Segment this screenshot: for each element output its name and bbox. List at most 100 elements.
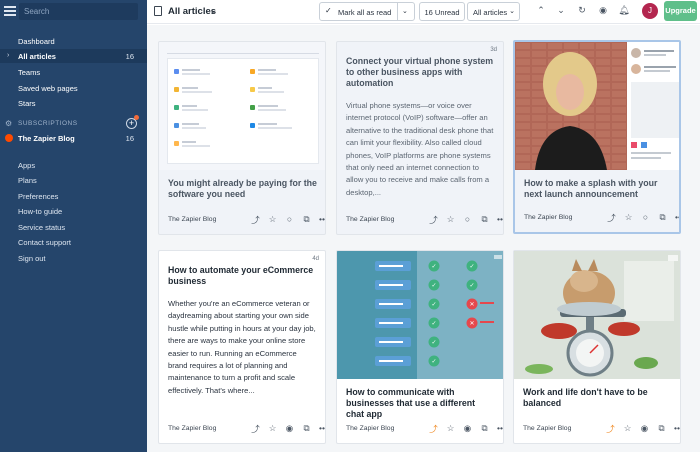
article-card[interactable]: 3d Connect your virtual phone system to …	[336, 41, 504, 235]
more-icon[interactable]: •••	[674, 212, 679, 222]
article-card[interactable]: How to make a splash with your next laun…	[513, 40, 681, 234]
open-external-icon[interactable]: ⧉	[657, 212, 668, 223]
open-external-icon[interactable]: ⧉	[656, 423, 667, 434]
sidebar-item-teams[interactable]: Teams	[18, 68, 40, 77]
sidebar-item-all-articles[interactable]: All articles	[18, 52, 56, 61]
hamburger-menu-icon[interactable]	[3, 4, 17, 18]
mark-options-chevron-icon[interactable]: ⌄	[402, 7, 408, 15]
bell-icon[interactable]: 🔔︎	[618, 5, 630, 16]
more-icon[interactable]: •••	[318, 214, 325, 224]
star-icon[interactable]: ☆	[267, 423, 278, 434]
more-icon[interactable]: •••	[318, 423, 325, 433]
zapier-feed-icon	[5, 134, 13, 142]
mark-all-read-button[interactable]: ✓ Mark all as read ⌄	[319, 2, 415, 21]
unread-count-button[interactable]: 16 Unread	[419, 2, 465, 21]
article-card[interactable]: You might already be paying for the soft…	[158, 41, 326, 235]
search-input[interactable]: Search	[19, 3, 138, 20]
sidebar-item-saved-web-pages[interactable]: Saved web pages	[18, 84, 78, 93]
trend-icon[interactable]: ⤴	[250, 423, 261, 435]
sidebar-link-sign-out[interactable]: Sign out	[18, 254, 46, 263]
mark-read-icon[interactable]: ○	[640, 212, 651, 222]
article-footer: The Zapier Blog ⤴ ☆ ○ ⧉ •••	[524, 212, 679, 224]
article-title[interactable]: How to make a splash with your next laun…	[524, 178, 671, 200]
article-thumbnail: ✓ ✓ ✓ ✓ ✓ ✓ ✓ ✓ ✕ ✕	[337, 251, 503, 379]
article-footer: The Zapier Blog ⤴ ☆ ◉ ⧉ •••	[346, 423, 503, 435]
article-title[interactable]: How to communicate with businesses that …	[346, 387, 495, 420]
article-card[interactable]: 4d How to automate your eCommerce busine…	[158, 250, 326, 444]
svg-text:✓: ✓	[431, 320, 436, 327]
trend-icon[interactable]: ⤴	[605, 423, 616, 435]
chevron-down-icon[interactable]: ⌄	[210, 7, 216, 15]
mark-read-icon[interactable]: ◉	[462, 423, 473, 434]
sidebar-link-apps[interactable]: Apps	[18, 161, 35, 170]
star-icon[interactable]: ☆	[623, 212, 634, 223]
article-card[interactable]: Work and life don't have to be balanced …	[513, 250, 681, 444]
next-article-icon[interactable]: ⌄	[555, 5, 567, 16]
svg-text:✕: ✕	[469, 320, 474, 327]
filter-dropdown[interactable]: All articles ⌄	[467, 2, 520, 21]
more-icon[interactable]: •••	[496, 423, 503, 433]
sidebar-item-dashboard[interactable]: Dashboard	[18, 37, 55, 46]
app-root: Search Dashboard › All articles 16 Teams…	[0, 0, 700, 452]
eye-icon[interactable]: ◉	[597, 5, 609, 16]
article-thumbnail	[515, 42, 679, 170]
svg-text:✓: ✓	[469, 263, 474, 270]
upgrade-button[interactable]: Upgrade	[664, 1, 697, 21]
article-title[interactable]: You might already be paying for the soft…	[168, 178, 317, 200]
open-external-icon[interactable]: ⧉	[479, 423, 490, 434]
article-thumbnail	[159, 42, 325, 170]
article-title[interactable]: How to automate your eCommerce business	[168, 265, 317, 287]
star-icon[interactable]: ☆	[267, 214, 278, 225]
svg-text:✕: ✕	[469, 301, 474, 308]
mark-read-icon[interactable]: ○	[284, 214, 295, 224]
star-icon[interactable]: ☆	[445, 423, 456, 434]
mark-read-icon[interactable]: ◉	[639, 423, 650, 434]
sidebar-link-preferences[interactable]: Preferences	[18, 192, 58, 201]
sidebar-link-contact-support[interactable]: Contact support	[18, 238, 71, 247]
svg-text:✓: ✓	[431, 301, 436, 308]
filter-dropdown-label: All articles	[473, 8, 508, 17]
sidebar-link-how-to-guide[interactable]: How-to guide	[18, 207, 62, 216]
article-grid: You might already be paying for the soft…	[147, 25, 700, 452]
trend-icon[interactable]: ⤴	[428, 214, 439, 226]
more-icon[interactable]: •••	[673, 423, 680, 433]
mark-read-icon[interactable]: ◉	[284, 423, 295, 434]
gear-icon[interactable]: ⚙	[5, 119, 12, 128]
more-icon[interactable]: •••	[496, 214, 503, 224]
open-external-icon[interactable]: ⧉	[479, 214, 490, 225]
article-source[interactable]: The Zapier Blog	[168, 425, 216, 432]
article-source[interactable]: The Zapier Blog	[523, 425, 571, 432]
article-source[interactable]: The Zapier Blog	[346, 425, 394, 432]
article-title[interactable]: Connect your virtual phone system to oth…	[346, 56, 495, 89]
page-title[interactable]: All articles	[168, 6, 216, 17]
article-title[interactable]: Work and life don't have to be balanced	[523, 387, 672, 409]
sidebar-item-stars[interactable]: Stars	[18, 99, 36, 108]
article-footer: The Zapier Blog ⤴ ☆ ◉ ⧉ •••	[168, 423, 325, 435]
chevron-right-icon[interactable]: ›	[7, 52, 9, 59]
notification-dot	[134, 115, 139, 120]
avatar[interactable]: J	[642, 3, 658, 19]
article-source[interactable]: The Zapier Blog	[346, 216, 394, 223]
trend-icon[interactable]: ⤴	[428, 423, 439, 435]
article-excerpt: Whether you're an eCommerce veteran or d…	[168, 299, 316, 395]
feed-count: 16	[125, 134, 134, 143]
trend-icon[interactable]: ⤴	[606, 212, 617, 224]
previous-article-icon[interactable]: ⌃	[535, 5, 547, 16]
star-icon[interactable]: ☆	[622, 423, 633, 434]
article-card[interactable]: ✓ ✓ ✓ ✓ ✓ ✓ ✓ ✓ ✕ ✕ How to communicate with busi…	[336, 250, 504, 444]
mark-read-icon[interactable]: ○	[462, 214, 473, 224]
article-source[interactable]: The Zapier Blog	[168, 216, 216, 223]
star-icon[interactable]: ☆	[445, 214, 456, 225]
chevron-down-icon: ⌄	[509, 8, 515, 15]
sidebar-link-plans[interactable]: Plans	[18, 176, 37, 185]
article-footer: The Zapier Blog ⤴ ☆ ○ ⧉ •••	[168, 214, 325, 226]
open-external-icon[interactable]: ⧉	[301, 423, 312, 434]
article-source[interactable]: The Zapier Blog	[524, 214, 572, 221]
trend-icon[interactable]: ⤴	[250, 214, 261, 226]
open-external-icon[interactable]: ⧉	[301, 214, 312, 225]
article-age: 4d	[312, 256, 319, 262]
refresh-icon[interactable]: ↻	[576, 5, 588, 16]
thumbnail-tabbar	[167, 46, 319, 54]
sidebar-link-service-status[interactable]: Service status	[18, 223, 65, 232]
sidebar-feed-zapier-blog[interactable]: The Zapier Blog	[18, 134, 75, 143]
